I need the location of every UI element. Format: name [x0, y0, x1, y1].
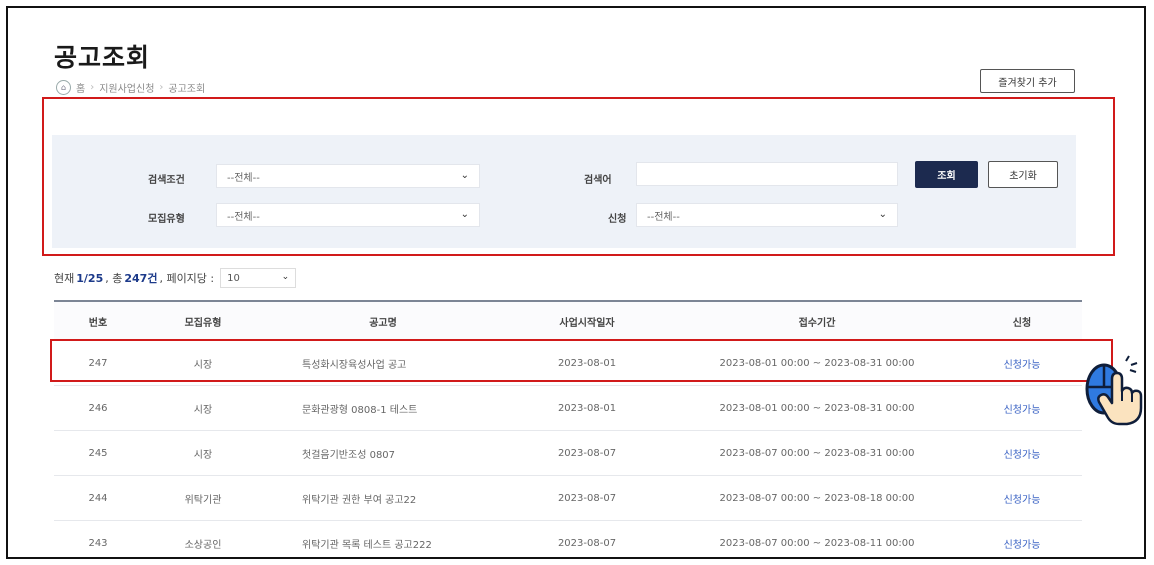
- cell-start-date: 2023-08-07: [557, 447, 617, 459]
- cell-number: 247: [88, 357, 108, 369]
- cell-number: 243: [88, 537, 108, 549]
- cell-number: 244: [88, 492, 108, 504]
- recruit-type-label: 모집유형: [148, 214, 185, 225]
- table-row[interactable]: 243 소상공인 위탁기관 목록 테스트 공고222 2023-08-07 20…: [54, 521, 1082, 557]
- cell-period: 2023-08-07 00:00 ~ 2023-08-18 00:00: [719, 492, 915, 504]
- search-button[interactable]: 조회: [915, 161, 978, 188]
- cell-apply-status[interactable]: 신청가능: [962, 356, 1082, 371]
- cell-start-date: 2023-08-07: [557, 537, 617, 549]
- cell-type: 시장: [193, 404, 213, 416]
- cell-start-date: 2023-08-01: [557, 402, 617, 414]
- chevron-down-icon: ⌄: [460, 170, 469, 181]
- header-apply: 신청: [1012, 317, 1032, 329]
- table-row[interactable]: 245 시장 첫걸음기반조성 0807 2023-08-07 2023-08-0…: [54, 431, 1082, 476]
- apply-label: 신청: [608, 214, 627, 225]
- search-condition-select[interactable]: --전체-- ⌄: [216, 164, 480, 188]
- summary-page: 1/25: [76, 271, 104, 285]
- cell-name[interactable]: 문화관광형 0808-1 테스트: [264, 401, 502, 416]
- search-condition-value: --전체--: [227, 172, 260, 184]
- add-favorite-button[interactable]: 즐겨찾기 추가: [980, 69, 1075, 93]
- per-page-value: 10: [227, 272, 240, 284]
- home-icon[interactable]: ⌂: [56, 80, 71, 95]
- page-frame: 공고조회 ⌂ 홈 › 지원사업신청 › 공고조회 즐겨찾기 추가 검색조건 --…: [6, 6, 1146, 559]
- breadcrumb-separator: ›: [90, 82, 95, 93]
- recruit-type-value: --전체--: [227, 211, 260, 223]
- cell-name[interactable]: 위탁기관 권한 부여 공고22: [264, 491, 502, 506]
- per-page-select[interactable]: 10 ⌄: [220, 268, 297, 288]
- apply-select[interactable]: --전체-- ⌄: [636, 203, 898, 227]
- cell-apply-status[interactable]: 신청가능: [962, 536, 1082, 551]
- reset-button[interactable]: 초기화: [988, 161, 1058, 188]
- summary-per-page-label: , 페이지당 :: [159, 272, 215, 285]
- summary-total: 247건: [124, 272, 158, 285]
- cell-period: 2023-08-07 00:00 ~ 2023-08-11 00:00: [719, 537, 915, 549]
- cell-name[interactable]: 특성화시장육성사업 공고: [264, 356, 502, 371]
- cell-type: 시장: [193, 449, 213, 461]
- breadcrumb: ⌂ 홈 › 지원사업신청 › 공고조회: [56, 80, 205, 95]
- page-title: 공고조회: [54, 43, 151, 72]
- result-summary: 현재 1/25 , 총 247건 , 페이지당 : 10 ⌄: [54, 268, 297, 288]
- breadcrumb-support[interactable]: 지원사업신청: [99, 80, 154, 95]
- table-row[interactable]: 247 시장 특성화시장육성사업 공고 2023-08-01 2023-08-0…: [54, 341, 1082, 386]
- cell-type: 위탁기관: [184, 494, 222, 506]
- cell-apply-status[interactable]: 신청가능: [962, 401, 1082, 416]
- cell-type: 시장: [193, 359, 213, 371]
- cell-start-date: 2023-08-07: [557, 492, 617, 504]
- header-type: 모집유형: [184, 317, 222, 329]
- table-header: 번호 모집유형 공고명 사업시작일자 접수기간 신청: [54, 300, 1082, 341]
- summary-prefix: 현재: [54, 272, 75, 285]
- cell-number: 246: [88, 402, 108, 414]
- cell-name[interactable]: 위탁기관 목록 테스트 공고222: [264, 536, 502, 551]
- table-row[interactable]: 244 위탁기관 위탁기관 권한 부여 공고22 2023-08-07 2023…: [54, 476, 1082, 521]
- cell-period: 2023-08-07 00:00 ~ 2023-08-31 00:00: [719, 447, 915, 459]
- cell-start-date: 2023-08-01: [557, 357, 617, 369]
- chevron-down-icon: ⌄: [878, 209, 887, 220]
- keyword-input[interactable]: [636, 162, 898, 186]
- header-name: 공고명: [369, 317, 397, 329]
- recruit-type-select[interactable]: --전체-- ⌄: [216, 203, 480, 227]
- header-start-date: 사업시작일자: [559, 317, 615, 329]
- cell-apply-status[interactable]: 신청가능: [962, 446, 1082, 461]
- search-panel: [52, 135, 1076, 248]
- keyword-label: 검색어: [584, 175, 612, 186]
- chevron-down-icon: ⌄: [281, 272, 290, 282]
- table-row[interactable]: 246 시장 문화관광형 0808-1 테스트 2023-08-01 2023-…: [54, 386, 1082, 431]
- cell-apply-status[interactable]: 신청가능: [962, 491, 1082, 506]
- cell-number: 245: [88, 447, 108, 459]
- search-condition-label: 검색조건: [148, 175, 185, 186]
- header-period: 접수기간: [798, 317, 836, 329]
- header-number: 번호: [88, 317, 108, 329]
- cell-name[interactable]: 첫걸음기반조성 0807: [264, 446, 502, 461]
- summary-total-prefix: , 총: [105, 272, 123, 285]
- chevron-down-icon: ⌄: [460, 209, 469, 220]
- breadcrumb-current: 공고조회: [168, 84, 206, 95]
- click-hand-mouse-icon: [1085, 355, 1143, 426]
- cell-type: 소상공인: [184, 539, 222, 551]
- breadcrumb-home[interactable]: 홈: [76, 80, 85, 95]
- cell-period: 2023-08-01 00:00 ~ 2023-08-31 00:00: [719, 357, 915, 369]
- breadcrumb-separator: ›: [159, 82, 164, 93]
- cell-period: 2023-08-01 00:00 ~ 2023-08-31 00:00: [719, 402, 915, 414]
- notice-table: 번호 모집유형 공고명 사업시작일자 접수기간 신청 247 시장 특성화시장육…: [54, 300, 1082, 557]
- apply-value: --전체--: [647, 211, 680, 223]
